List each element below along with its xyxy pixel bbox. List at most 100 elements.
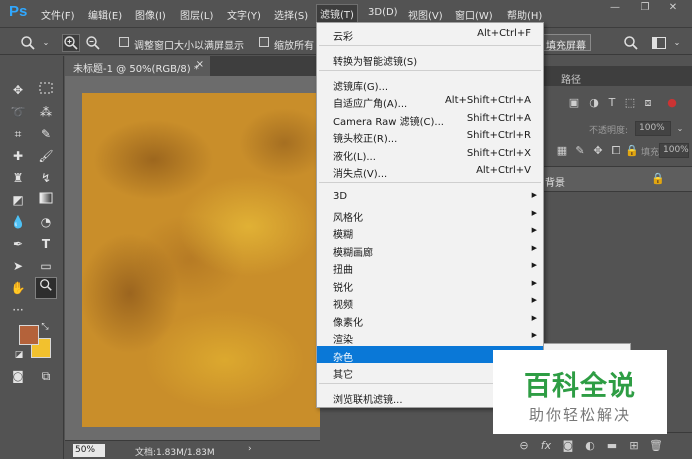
quick-mask-icon[interactable]: ◙ [8,366,28,386]
opacity-field[interactable]: 100% [635,121,671,136]
menu-item-video[interactable]: 视频 ▶ [317,293,543,311]
menu-help[interactable]: 帮助(H) [507,7,542,22]
menu-layer[interactable]: 图层(L) [180,7,213,22]
filter-toggle-icon[interactable]: ● [665,96,679,110]
lock-paint-icon[interactable]: ✎ [573,144,587,158]
filter-type-icon[interactable]: T [605,96,619,110]
new-group-icon[interactable]: ▬ [605,439,619,453]
filter-smart-object-icon[interactable]: ⧈ [641,96,655,110]
gradient-tool-icon[interactable] [36,190,56,210]
menu-item-vanishing-point[interactable]: 消失点(V)... Alt+Ctrl+V [317,162,543,180]
lasso-tool-icon[interactable]: ➰ [8,102,28,122]
eyedropper-tool-icon[interactable]: ✎ [36,124,56,144]
zoom-tool-icon[interactable] [35,277,57,299]
blur-tool-icon[interactable]: 💧 [8,212,28,232]
zoom-all-checkbox[interactable] [259,37,269,47]
eraser-tool-icon[interactable]: ◩ [8,190,28,210]
adjustment-layer-icon[interactable]: ◐ [583,439,597,453]
clone-stamp-tool-icon[interactable]: ♜ [8,168,28,188]
menu-item-blur-gallery[interactable]: 模糊画廊 ▶ [317,241,543,259]
menu-item-distort[interactable]: 扭曲 ▶ [317,258,543,276]
menu-edit[interactable]: 编辑(E) [88,7,122,22]
menu-item-filter-gallery[interactable]: 滤镜库(G)... [317,75,543,93]
menu-window[interactable]: 窗口(W) [455,7,493,22]
document-tab[interactable]: 未标题-1 @ 50%(RGB/8) * × [65,56,210,76]
zoom-tool-preset-icon[interactable] [20,35,36,51]
menu-item-clouds[interactable]: 云彩 Alt+Ctrl+F [317,25,543,43]
magic-wand-tool-icon[interactable]: ⁂ [36,102,56,122]
tab-paths[interactable]: 路径 [561,71,581,86]
menu-item-sharpen[interactable]: 锐化 ▶ [317,276,543,294]
type-tool-icon[interactable]: T [36,234,56,254]
foreground-color-swatch[interactable] [19,325,39,345]
tools-panel: ✥ ➰ ⁂ ⌗ ✎ ✚ 🖌 ♜ ↯ ◩ 💧 ◔ ✒ T ➤ ▭ ✋ ··· ⤡ … [0,56,64,459]
menu-3d[interactable]: 3D(D) [368,7,398,18]
menu-view[interactable]: 视图(V) [408,7,443,22]
menu-type[interactable]: 文字(Y) [227,7,261,22]
dodge-tool-icon[interactable]: ◔ [36,212,56,232]
menu-item-lens-correction[interactable]: 镜头校正(R)... Shift+Ctrl+R [317,127,543,145]
workspace-icon[interactable] [651,35,667,51]
path-selection-tool-icon[interactable]: ➤ [8,256,28,276]
menu-item-label: 扭曲 [333,265,353,276]
menu-file[interactable]: 文件(F) [41,7,75,22]
swap-colors-icon[interactable]: ⤡ [38,320,52,334]
lock-artboard-icon[interactable]: ⧠ [609,144,623,158]
menu-item-pixelate[interactable]: 像素化 ▶ [317,311,543,329]
fill-field[interactable]: 100% [659,143,689,158]
zoom-in-icon[interactable] [62,34,80,52]
hand-tool-icon[interactable]: ✋ [8,278,28,298]
crop-tool-icon[interactable]: ⌗ [8,124,28,144]
menu-item-blur[interactable]: 模糊 ▶ [317,223,543,241]
menu-filter[interactable]: 滤镜(T) [316,4,358,23]
workspace-dropdown-chevron-icon[interactable]: ⌄ [669,35,685,51]
resize-windows-label: 调整窗口大小以满屏显示 [134,41,244,52]
screen-mode-icon[interactable]: ⧉ [36,366,56,386]
menu-item-3d[interactable]: 3D ▶ [317,188,543,205]
marquee-tool-icon[interactable] [36,80,56,100]
lock-all-icon[interactable]: 🔒 [625,144,639,158]
lock-transparent-icon[interactable]: ▦ [555,144,569,158]
opacity-chevron-icon[interactable]: ⌄ [673,122,687,136]
menu-select[interactable]: 选择(S) [274,7,308,22]
history-brush-tool-icon[interactable]: ↯ [36,168,56,188]
canvas-clouds-texture[interactable] [82,93,320,427]
link-layers-icon[interactable]: ⊖ [517,439,531,453]
close-document-icon[interactable]: × [196,59,204,70]
menu-item-adaptive-wide-angle[interactable]: 自适应广角(A)... Alt+Shift+Ctrl+A [317,92,543,110]
close-window-button[interactable]: ✕ [664,2,682,16]
move-tool-icon[interactable]: ✥ [8,80,28,100]
pen-tool-icon[interactable]: ✒ [8,234,28,254]
menu-item-stylize[interactable]: 风格化 ▶ [317,206,543,224]
restore-button[interactable]: ❐ [636,2,654,16]
healing-brush-tool-icon[interactable]: ✚ [8,146,28,166]
menu-item-liquify[interactable]: 液化(L)... Shift+Ctrl+X [317,145,543,163]
menu-image[interactable]: 图像(I) [135,7,166,22]
brush-tool-icon[interactable]: 🖌 [36,146,56,166]
menu-item-camera-raw[interactable]: Camera Raw 滤镜(C)... Shift+Ctrl+A [317,110,543,128]
zoom-out-icon[interactable] [85,35,101,51]
menu-item-convert-smart-filter[interactable]: 转换为智能滤镜(S) [317,50,543,68]
canvas-area[interactable] [65,76,320,440]
preset-dropdown-chevron-icon[interactable]: ⌄ [38,35,54,51]
zoom-level-field[interactable]: 50% [73,444,105,457]
menu-item-render[interactable]: 渲染 ▶ [317,328,543,346]
rectangle-tool-icon[interactable]: ▭ [36,256,56,276]
default-colors-icon[interactable]: ◪ [12,348,26,362]
delete-layer-icon[interactable]: 🗑 [649,439,663,453]
menu-item-label: 自适应广角(A)... [333,99,408,110]
new-layer-icon[interactable]: ⊞ [627,439,641,453]
search-icon[interactable] [623,35,639,51]
filter-pixel-icon[interactable]: ▣ [567,96,581,110]
filter-adjustment-icon[interactable]: ◑ [587,96,601,110]
resize-windows-checkbox[interactable] [119,37,129,47]
filter-shape-icon[interactable]: ⬚ [623,96,637,110]
edit-toolbar-icon[interactable]: ··· [8,300,28,320]
add-mask-icon[interactable]: ◙ [561,439,575,453]
status-bar: 50% 文档:1.83M/1.83M › [65,440,320,459]
status-arrow-icon[interactable]: › [248,444,252,454]
fill-screen-button[interactable]: 填充屏幕 [541,34,591,52]
lock-position-icon[interactable]: ✥ [591,144,605,158]
layer-style-icon[interactable]: fx [539,439,553,453]
minimize-button[interactable]: — [606,2,624,16]
